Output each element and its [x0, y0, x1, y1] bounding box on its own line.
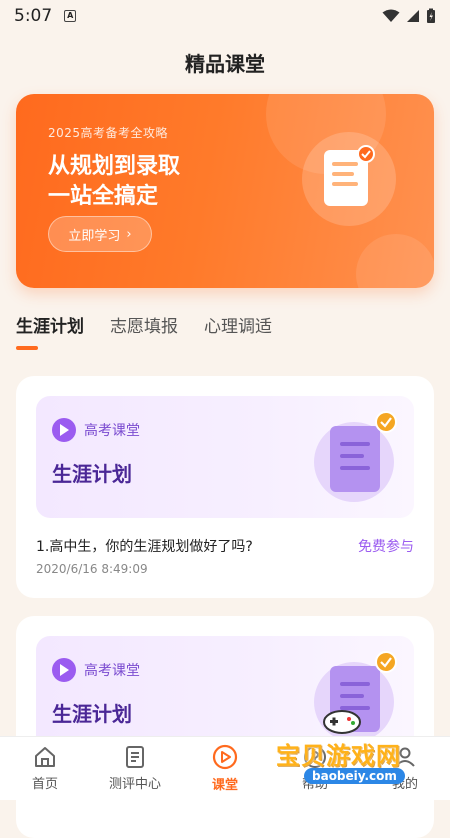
document-icon [126, 746, 144, 768]
course-title: 生涯计划 [52, 462, 132, 486]
promo-banner[interactable]: 2025高考备考全攻略 从规划到录取 一站全搞定 立即学习 › [16, 94, 434, 288]
battery-icon [427, 8, 435, 23]
nav-item-label: 我的 [391, 777, 418, 792]
user-icon [395, 747, 415, 767]
banner-headline-line1: 从规划到录取 [48, 154, 181, 179]
status-bar: 5:07 A [0, 0, 450, 32]
course-badge-label: 高考课堂 [84, 663, 140, 679]
play-circle-icon [212, 744, 238, 770]
signal-icon [407, 10, 419, 22]
wifi-icon [382, 9, 400, 22]
nav-item-mine[interactable]: 我的 [360, 737, 450, 800]
status-time: 5:07 [14, 6, 53, 26]
page-title: 精品课堂 [185, 52, 265, 76]
play-icon [52, 658, 76, 682]
bottom-nav: 首页 测评中心 课堂 帮助 我的 [0, 736, 450, 800]
start-learning-label: 立即学习 [68, 228, 121, 244]
document-check-icon [302, 132, 396, 226]
course-date: 2020/6/16 8:49:09 [36, 562, 148, 576]
tab-career-plan[interactable]: 生涯计划 [16, 312, 84, 337]
home-icon [35, 747, 55, 767]
course-card-header: 高考课堂 生涯计划 [36, 396, 414, 518]
nav-item-assessment[interactable]: 测评中心 [90, 737, 180, 800]
nav-item-label: 首页 [31, 777, 58, 792]
nav-item-home[interactable]: 首页 [0, 737, 90, 800]
course-question: 1.高中生，你的生涯规划做好了吗? [36, 539, 253, 555]
play-icon [52, 418, 76, 442]
tab-psychological-adjustment[interactable]: 心理调适 [204, 312, 272, 337]
banner-subtitle: 2025高考备考全攻略 [48, 126, 169, 140]
category-tabs: 生涯计划 志愿填报 心理调适 [16, 312, 272, 337]
chevron-right-icon: › [126, 226, 132, 242]
nav-item-label: 课堂 [211, 778, 238, 793]
nav-item-label: 测评中心 [108, 777, 161, 792]
active-tab-indicator [16, 346, 38, 350]
nav-item-classroom[interactable]: 课堂 [180, 737, 270, 800]
free-join-button[interactable]: 免费参与 [358, 536, 414, 556]
document-check-icon [314, 411, 397, 502]
course-card[interactable]: 高考课堂 生涯计划 [16, 616, 434, 838]
nav-item-label: 帮助 [301, 777, 328, 792]
start-learning-button[interactable]: 立即学习 › [48, 216, 152, 252]
document-check-icon [314, 651, 397, 742]
course-title: 生涯计划 [52, 702, 132, 726]
course-card[interactable]: 高考课堂 生涯计划 1.高中生，你的生涯规划做好了吗? 免费参与 2020/6/… [16, 376, 434, 598]
tab-volunteer-filling[interactable]: 志愿填报 [110, 312, 178, 337]
nav-item-help[interactable]: 帮助 [270, 737, 360, 800]
notification-icon: A [64, 10, 77, 22]
course-badge: 高考课堂 [52, 418, 140, 442]
banner-headline-line2: 一站全搞定 [48, 184, 159, 209]
course-badge-label: 高考课堂 [84, 423, 140, 439]
help-icon [304, 746, 326, 768]
banner-decor-bubble [356, 234, 434, 288]
course-badge: 高考课堂 [52, 658, 140, 682]
